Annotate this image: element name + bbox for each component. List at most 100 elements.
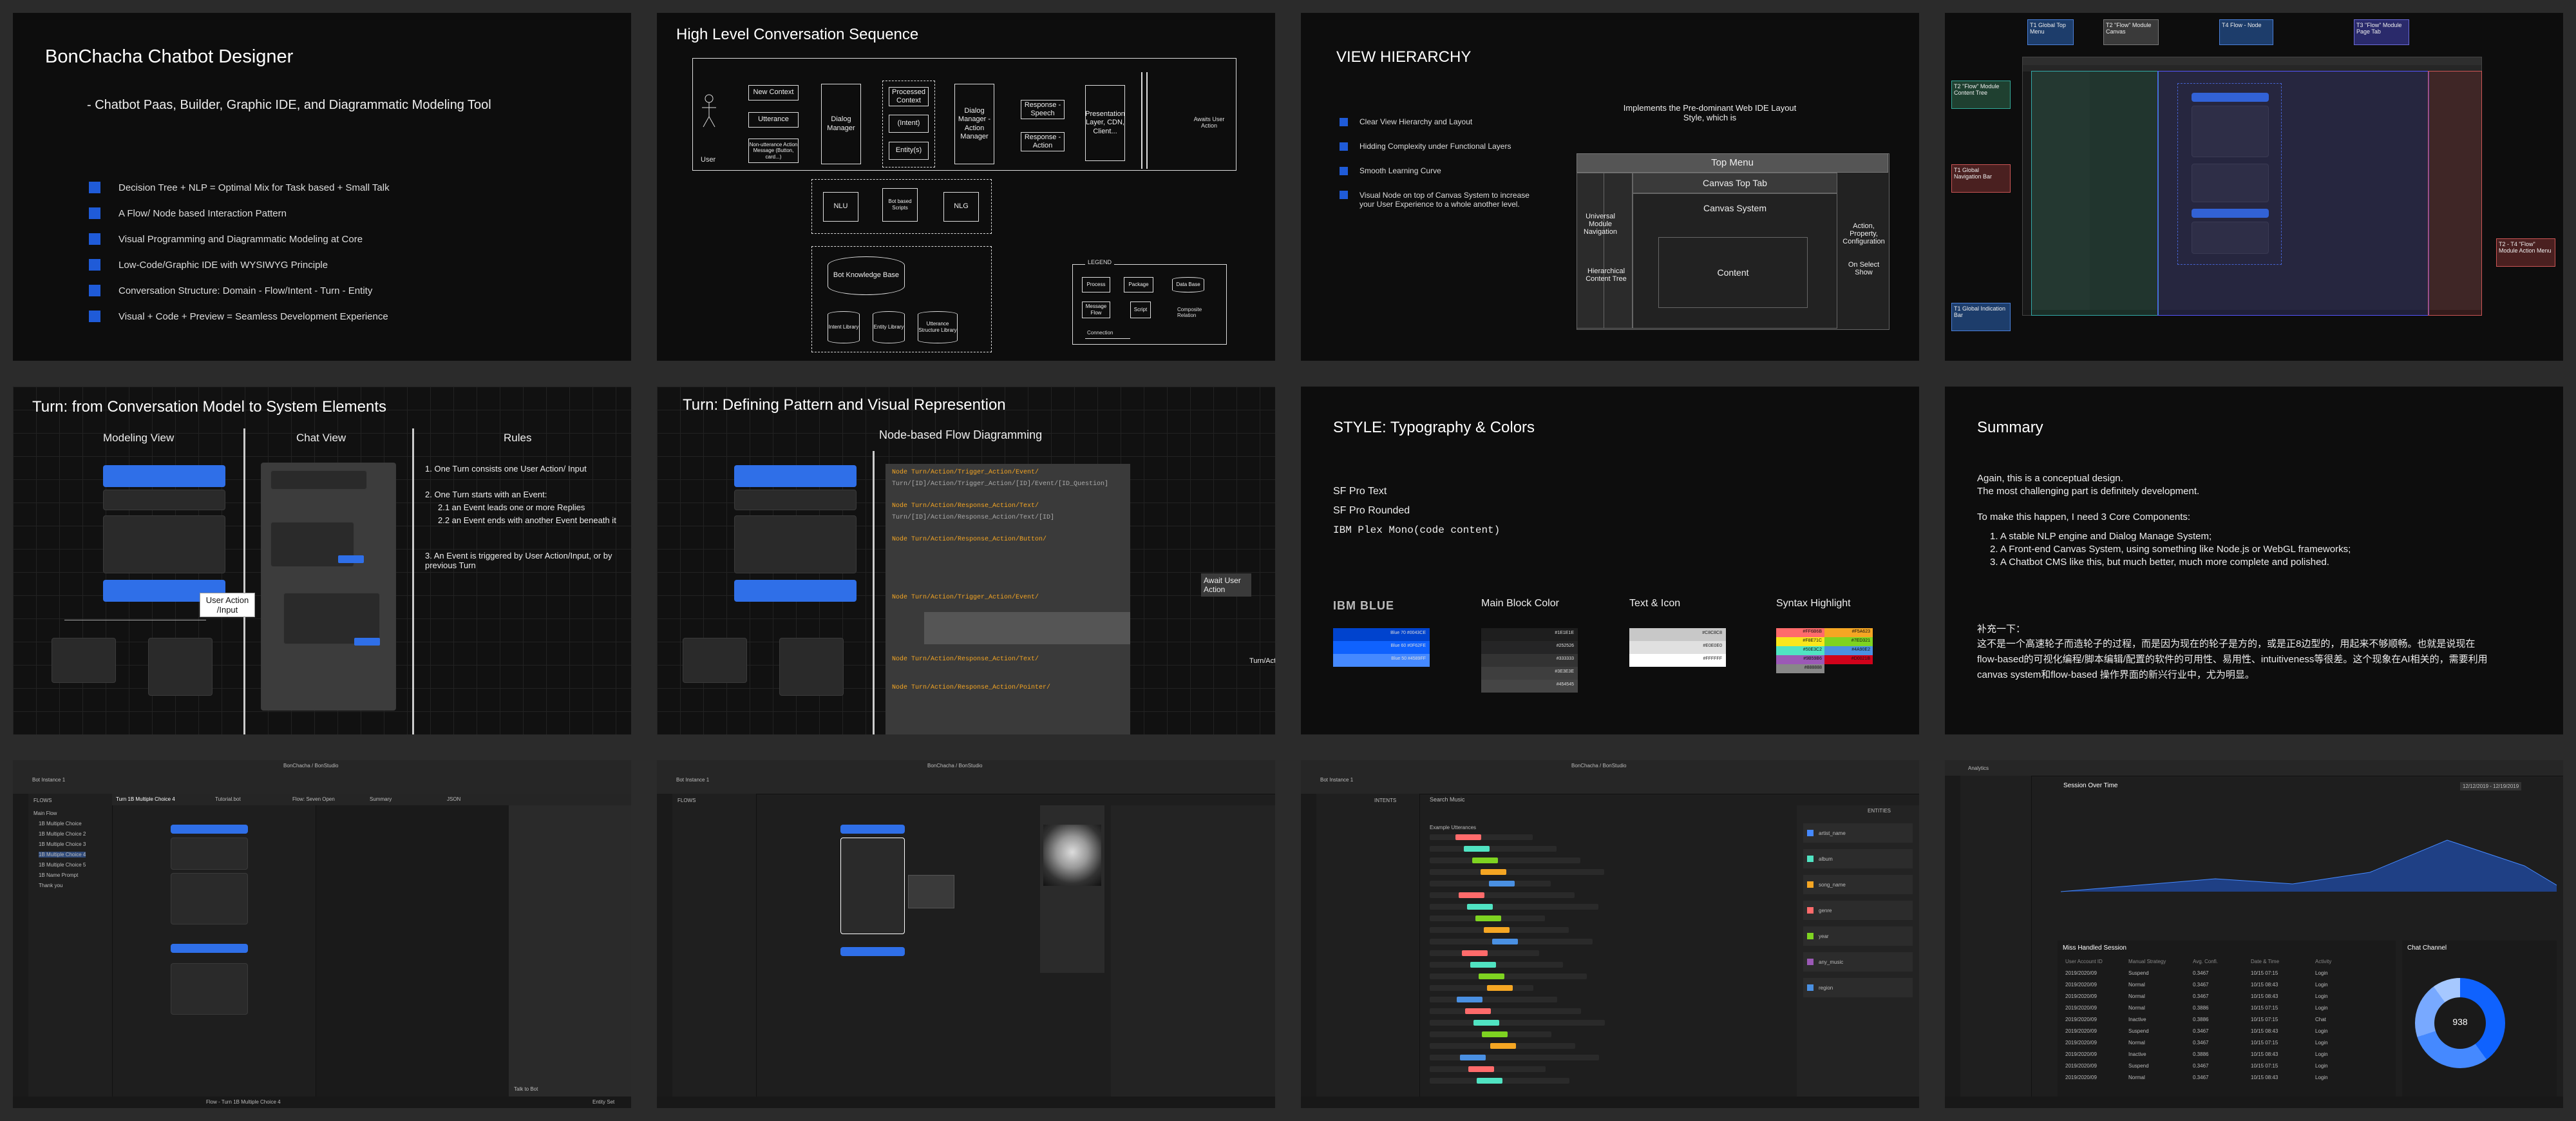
utterance-row[interactable]: [1430, 846, 1557, 852]
reply-card[interactable]: [734, 515, 857, 573]
tree-item[interactable]: Main Flow: [33, 810, 57, 816]
utterance-row[interactable]: [1430, 985, 1533, 991]
flow-node[interactable]: [840, 825, 905, 834]
submit-button[interactable]: [354, 638, 380, 646]
utterance-row[interactable]: [1430, 1078, 1569, 1084]
tree-item[interactable]: 1B Multiple Choice 4: [39, 852, 86, 858]
column-header[interactable]: Date & Time: [2251, 959, 2279, 964]
flow-card[interactable]: [171, 838, 248, 870]
entity-tag[interactable]: [1490, 1043, 1516, 1049]
entity-item[interactable]: song_name: [1803, 875, 1913, 894]
utterance-row[interactable]: [1430, 1008, 1581, 1014]
tab-json[interactable]: JSON: [447, 796, 460, 802]
column-header[interactable]: User Account ID: [2065, 959, 2103, 964]
entity-tag[interactable]: [1457, 997, 1482, 1002]
child-card[interactable]: [683, 638, 747, 683]
utterance-row[interactable]: [1430, 904, 1598, 910]
entity-item[interactable]: any_music: [1803, 952, 1913, 972]
child-card[interactable]: [52, 638, 116, 683]
entity-tag[interactable]: [1492, 939, 1518, 944]
entity-tag[interactable]: [1484, 927, 1510, 933]
utterance-row[interactable]: [1430, 858, 1580, 863]
event-node[interactable]: [734, 580, 857, 602]
utterance-row[interactable]: [1430, 1043, 1575, 1049]
event-node[interactable]: [734, 465, 857, 487]
flow-node[interactable]: [171, 944, 248, 953]
event-node[interactable]: [103, 465, 225, 487]
tree-item[interactable]: 1B Multiple Choice: [39, 821, 82, 827]
entity-tag[interactable]: [1472, 858, 1498, 863]
utterance-row[interactable]: [1430, 1031, 1551, 1037]
child-card[interactable]: [779, 638, 844, 696]
entity-tag[interactable]: [1455, 834, 1481, 840]
tab-flow[interactable]: Flow: Seven Open: [292, 796, 335, 802]
tab-tutorial[interactable]: Tutorial.bot: [215, 796, 241, 802]
utterance-row[interactable]: [1430, 881, 1551, 886]
date-range[interactable]: 12/12/2019 - 12/19/2019: [2460, 782, 2522, 790]
entity-tag[interactable]: [1482, 1031, 1508, 1037]
flow-node[interactable]: [840, 947, 905, 956]
child-card[interactable]: [148, 638, 213, 696]
entity-tag[interactable]: [1459, 892, 1484, 898]
column-header[interactable]: Activity: [2315, 959, 2331, 964]
tree-item[interactable]: 1B Name Prompt: [39, 872, 78, 878]
flow-card[interactable]: [840, 838, 905, 934]
talk-to-bot-label[interactable]: Talk to Bot: [514, 1086, 538, 1092]
entity-tag[interactable]: [1462, 950, 1488, 956]
utterance-row[interactable]: [1430, 915, 1545, 921]
tab-turn[interactable]: Turn 1B Multiple Choice 4: [116, 796, 175, 802]
tree-item[interactable]: Thank you: [39, 883, 62, 888]
column-header[interactable]: Avg. Confi.: [2193, 959, 2218, 964]
utterance-row[interactable]: [1430, 973, 1587, 979]
tab-summary[interactable]: Summary: [370, 796, 392, 802]
tree-item[interactable]: 1B Multiple Choice 2: [39, 831, 86, 837]
json-editor[interactable]: [316, 805, 509, 1097]
utterance-row[interactable]: [1430, 869, 1604, 875]
tree-item[interactable]: 1B Multiple Choice 3: [39, 841, 86, 847]
submit-button[interactable]: [338, 555, 364, 563]
entity-item[interactable]: artist_name: [1803, 823, 1913, 843]
reply-card[interactable]: [734, 490, 857, 510]
entity-tag[interactable]: [1489, 881, 1515, 886]
entity-tag[interactable]: [1473, 1020, 1499, 1026]
entity-tag[interactable]: [1481, 869, 1506, 875]
table-cell: 10/15 07:15: [2251, 970, 2278, 976]
utterance-row[interactable]: [1430, 834, 1533, 840]
reply-card[interactable]: [103, 490, 225, 510]
entity-tag[interactable]: [1475, 915, 1501, 921]
column-header[interactable]: Manual Strategy: [2128, 959, 2166, 964]
entity-tag[interactable]: [1479, 973, 1504, 979]
utterance-row[interactable]: [1430, 927, 1569, 933]
entity-item[interactable]: genre: [1803, 901, 1913, 920]
tree-item[interactable]: 1B Multiple Choice 5: [39, 862, 86, 868]
entity-item[interactable]: year: [1803, 926, 1913, 946]
entity-tag[interactable]: [1464, 846, 1490, 852]
entity-tag[interactable]: [1470, 962, 1496, 968]
utterance-row[interactable]: [1430, 962, 1563, 968]
flow-card[interactable]: [171, 963, 248, 1015]
bot-selector[interactable]: Bot Instance 1: [1320, 777, 1353, 783]
utterance-row[interactable]: [1430, 892, 1575, 898]
entity-tag[interactable]: [1467, 904, 1493, 910]
awaits-label: Awaits User Action: [1193, 116, 1225, 129]
flow-card[interactable]: [171, 873, 248, 925]
context-menu[interactable]: [908, 875, 954, 908]
entity-item[interactable]: region: [1803, 978, 1913, 997]
utterance-row[interactable]: [1430, 1020, 1605, 1026]
utterance-row[interactable]: [1430, 1066, 1546, 1072]
entity-tag[interactable]: [1477, 1078, 1502, 1084]
entity-item[interactable]: album: [1803, 849, 1913, 868]
chat-options[interactable]: [283, 593, 380, 644]
utterance-row[interactable]: [1430, 997, 1557, 1002]
reply-card[interactable]: [103, 515, 225, 573]
entity-tag[interactable]: [1468, 1066, 1494, 1072]
entity-tag[interactable]: [1465, 1008, 1491, 1014]
utterance-row[interactable]: [1430, 939, 1593, 944]
entity-tag[interactable]: [1460, 1055, 1486, 1060]
bot-selector[interactable]: Bot Instance 1: [676, 777, 709, 783]
flow-node[interactable]: [171, 825, 248, 834]
bot-selector[interactable]: Bot Instance 1: [32, 777, 65, 783]
utterance-row[interactable]: [1430, 1055, 1599, 1060]
entity-tag[interactable]: [1487, 985, 1513, 991]
utterance-row[interactable]: [1430, 950, 1539, 956]
